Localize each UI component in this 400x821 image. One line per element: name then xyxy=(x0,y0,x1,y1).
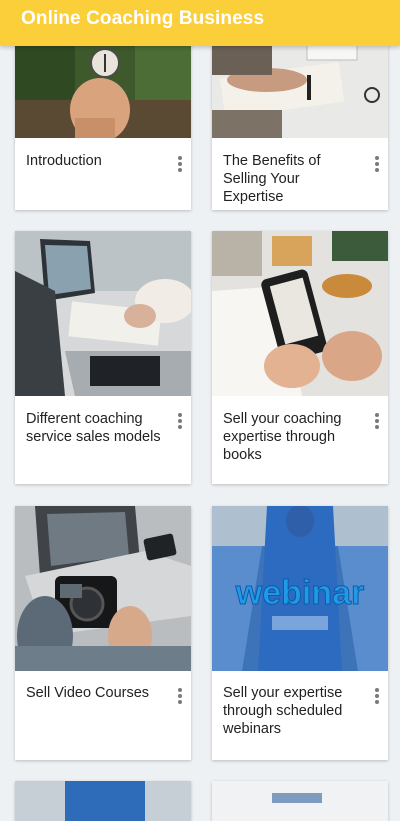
more-vert-icon[interactable] xyxy=(177,688,183,706)
course-card-sales-models[interactable]: Different coaching service sales models xyxy=(15,231,191,484)
more-vert-icon[interactable] xyxy=(374,413,380,431)
course-card-partial[interactable] xyxy=(212,781,388,821)
course-thumbnail xyxy=(212,30,388,138)
course-thumbnail xyxy=(212,231,388,396)
course-title: The Benefits of Selling Your Expertise xyxy=(223,153,321,205)
course-thumbnail xyxy=(15,781,191,821)
more-vert-icon[interactable] xyxy=(374,156,380,174)
course-thumbnail xyxy=(15,30,191,138)
course-card-partial[interactable] xyxy=(15,781,191,821)
course-card-video-courses[interactable]: Sell Video Courses xyxy=(15,506,191,760)
course-thumbnail xyxy=(15,506,191,671)
course-title: Different coaching service sales models xyxy=(26,411,161,445)
webinar-text: webinar xyxy=(235,574,364,612)
course-card-introduction[interactable]: Introduction xyxy=(15,30,191,210)
course-thumbnail xyxy=(15,231,191,396)
app-title: Online Coaching Business xyxy=(21,8,265,29)
course-grid: Introduction The Benefits of Selling You… xyxy=(0,0,400,821)
more-vert-icon[interactable] xyxy=(177,156,183,174)
course-title: Sell your expertise through scheduled we… xyxy=(223,685,343,737)
course-title: Introduction xyxy=(26,153,102,169)
app-bar: Online Coaching Business xyxy=(0,0,400,46)
more-vert-icon[interactable] xyxy=(177,413,183,431)
course-thumbnail xyxy=(212,781,388,821)
course-card-books[interactable]: Sell your coaching expertise through boo… xyxy=(212,231,388,484)
course-title: Sell your coaching expertise through boo… xyxy=(223,411,342,463)
course-card-benefits[interactable]: The Benefits of Selling Your Expertise xyxy=(212,30,388,210)
more-vert-icon[interactable] xyxy=(374,688,380,706)
course-thumbnail: webinar xyxy=(212,506,388,671)
course-card-webinars[interactable]: webinar Sell your expertise through sche… xyxy=(212,506,388,760)
course-title: Sell Video Courses xyxy=(26,685,150,701)
